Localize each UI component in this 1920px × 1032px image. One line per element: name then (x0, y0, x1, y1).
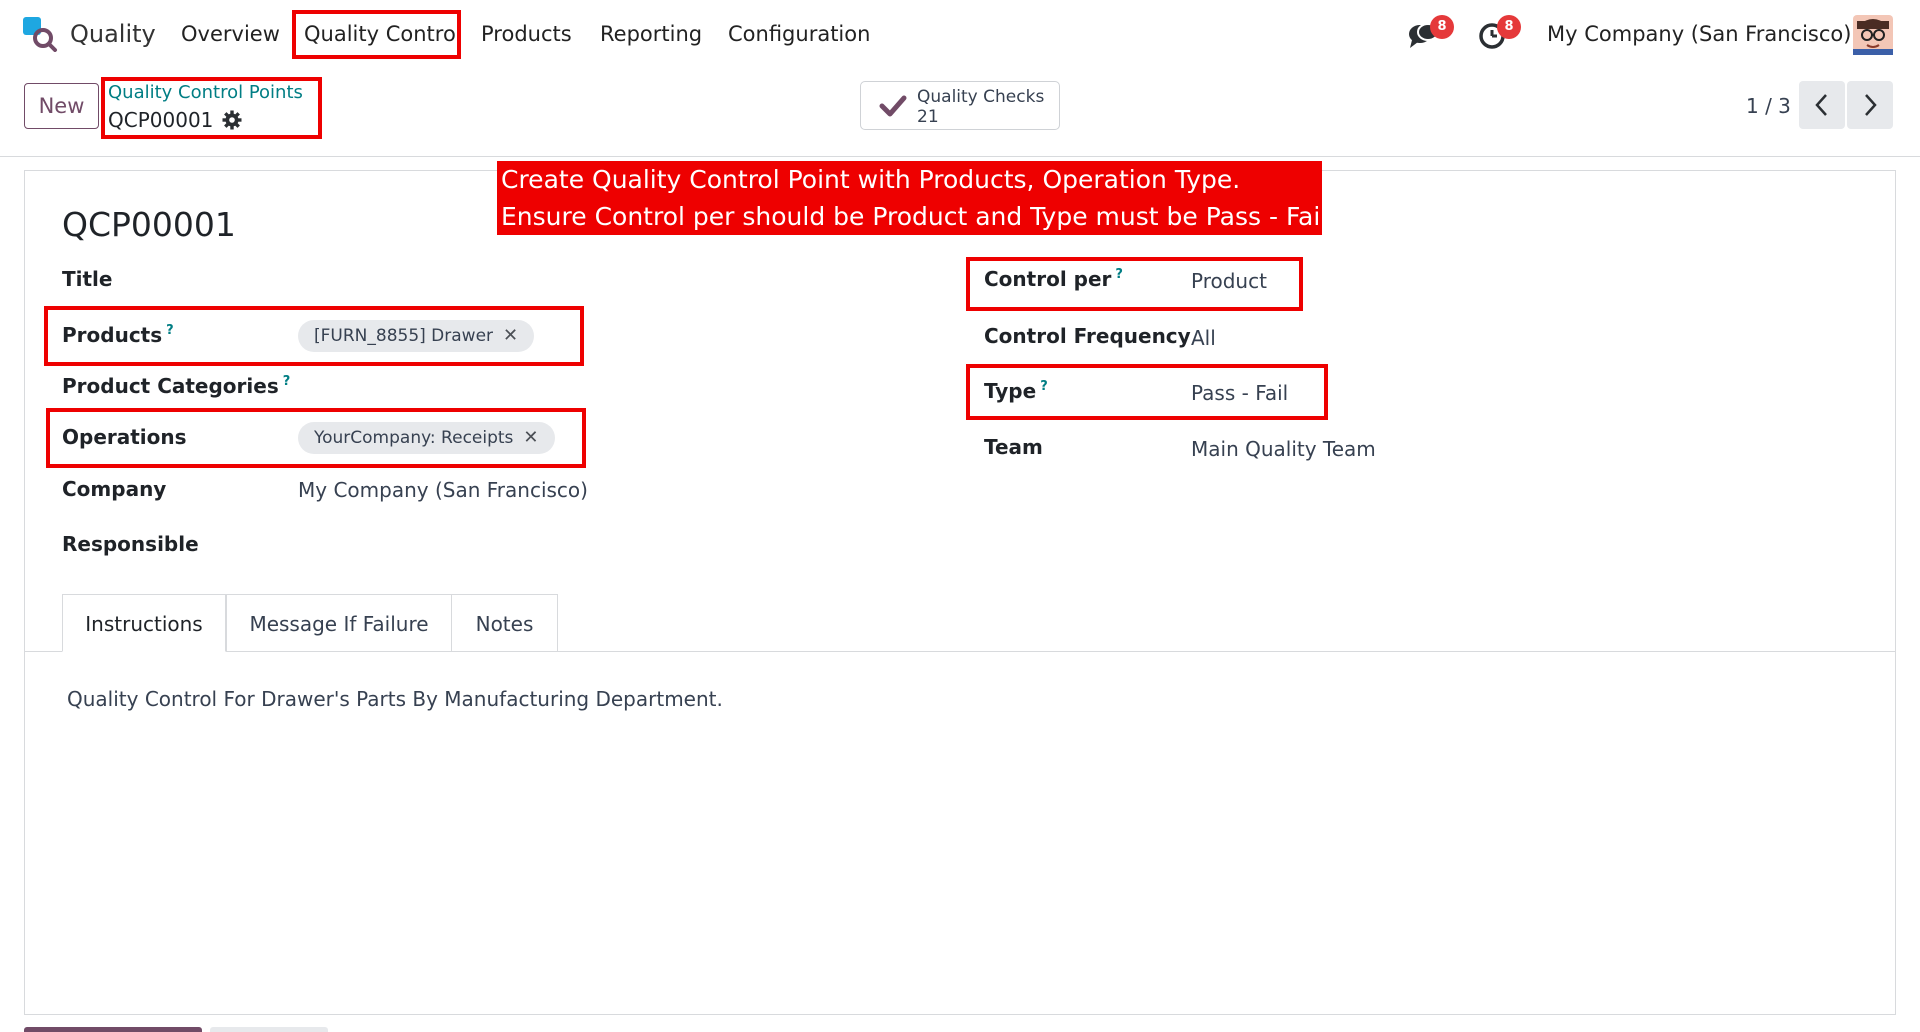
messages-badge: 8 (1430, 15, 1454, 39)
chevron-left-icon (1815, 94, 1827, 116)
annotation-callout: Create Quality Control Point with Produc… (497, 161, 1328, 235)
company-value[interactable]: My Company (San Francisco) (298, 478, 588, 502)
quality-checks-label: Quality Checks (917, 87, 1045, 107)
record-reference: QCP00001 (62, 205, 236, 244)
menu-configuration[interactable]: Configuration (728, 22, 870, 46)
tab-notes[interactable]: Notes (451, 594, 558, 652)
annotation-line-2: Ensure Control per should be Product and… (501, 202, 1328, 231)
highlight-products (44, 306, 584, 366)
control-frequency-label: Control Frequency (984, 324, 1191, 348)
highlight-breadcrumb (101, 77, 322, 139)
top-navbar: Quality Overview Quality Control Product… (0, 0, 1920, 70)
title-label: Title (62, 267, 113, 291)
highlight-quality-control-menu (292, 10, 461, 59)
control-panel-divider (0, 156, 1920, 157)
app-name[interactable]: Quality (70, 20, 156, 48)
company-label: Company (62, 477, 167, 501)
pager-next-button[interactable] (1847, 81, 1893, 129)
help-icon[interactable]: ? (283, 374, 291, 389)
menu-overview[interactable]: Overview (181, 22, 280, 46)
tab-instructions[interactable]: Instructions (62, 594, 226, 652)
menu-reporting[interactable]: Reporting (600, 22, 702, 46)
instructions-text[interactable]: Quality Control For Drawer's Parts By Ma… (67, 687, 723, 711)
pager-previous-button[interactable] (1799, 81, 1845, 129)
quality-checks-count: 21 (917, 107, 939, 127)
chevron-right-icon (1865, 94, 1877, 116)
new-button[interactable]: New (24, 83, 99, 129)
menu-products[interactable]: Products (481, 22, 572, 46)
quality-checks-smart-button[interactable]: Quality Checks 21 (860, 81, 1060, 130)
highlight-type (966, 364, 1328, 420)
quality-app-icon[interactable] (22, 16, 58, 52)
product-categories-label: Product Categories? (62, 374, 290, 398)
product-categories-label-text: Product Categories (62, 374, 279, 398)
annotation-line-1: Create Quality Control Point with Produc… (501, 165, 1241, 194)
highlight-control-per (966, 257, 1303, 311)
pager-value[interactable]: 1 / 3 (1746, 94, 1791, 118)
tab-message-if-failure[interactable]: Message If Failure (226, 594, 452, 652)
activities-badge: 8 (1497, 15, 1521, 39)
company-switcher[interactable]: My Company (San Francisco) (1547, 22, 1851, 46)
team-value[interactable]: Main Quality Team (1191, 437, 1376, 461)
bottom-secondary-button[interactable] (210, 1027, 328, 1032)
team-label: Team (984, 435, 1043, 459)
responsible-label: Responsible (62, 532, 199, 556)
form-sheet (24, 170, 1896, 1015)
control-frequency-value[interactable]: All (1191, 326, 1216, 350)
check-icon (879, 94, 907, 118)
highlight-operations (46, 408, 586, 468)
user-avatar[interactable] (1853, 15, 1893, 55)
bottom-primary-button[interactable] (24, 1027, 202, 1032)
